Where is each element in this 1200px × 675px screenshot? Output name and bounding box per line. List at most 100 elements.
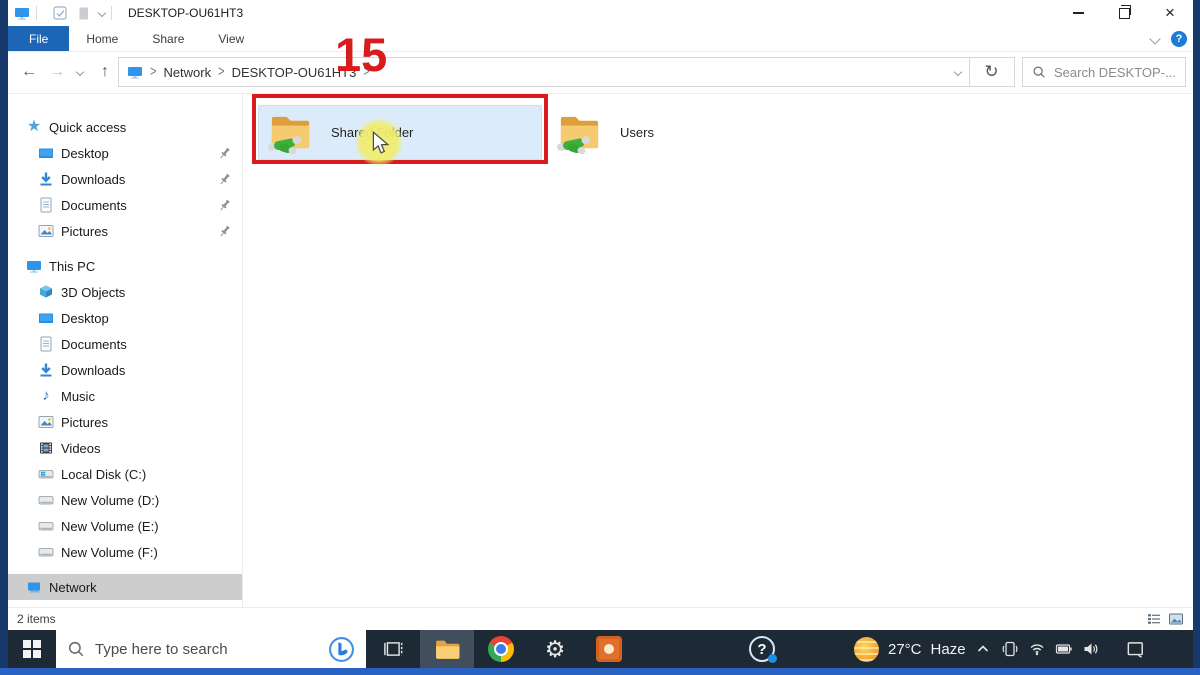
restore-button[interactable] <box>1101 0 1147 26</box>
sidebar-item-downloads[interactable]: Downloads <box>8 166 242 192</box>
expand-ribbon-chevron-icon[interactable] <box>1149 33 1160 44</box>
taskbar-weather-widget[interactable]: 27°C Haze <box>854 637 966 662</box>
start-button[interactable] <box>8 630 56 668</box>
taskbar-search-box[interactable]: Type here to search <box>56 630 366 668</box>
sidebar-label: Music <box>61 389 95 404</box>
action-center-icon <box>1125 639 1145 659</box>
file-explorer-icon <box>434 636 461 663</box>
download-arrow-icon <box>38 171 54 187</box>
sidebar-item-new-volume-d[interactable]: New Volume (D:) <box>8 487 242 513</box>
wifi-button[interactable] <box>1024 630 1051 668</box>
pictures-icon <box>38 414 54 430</box>
sidebar-item-desktop-pc[interactable]: Desktop <box>8 305 242 331</box>
shared-folder-icon <box>267 109 314 156</box>
sidebar-item-pictures-pc[interactable]: Pictures <box>8 409 242 435</box>
properties-icon[interactable] <box>53 6 68 21</box>
disk-icon <box>38 544 54 560</box>
address-row: ← → ↑ > Network > DESKTOP-OU61HT3 > ↻ Se… <box>8 52 1193 94</box>
sidebar-label: Documents <box>61 337 127 352</box>
sidebar-item-videos[interactable]: Videos <box>8 435 242 461</box>
weather-condition: Haze <box>931 641 966 658</box>
tab-file[interactable]: File <box>8 26 69 51</box>
sidebar-label: Videos <box>61 441 101 456</box>
content-area: ★ Quick access Desktop Downloads Documen… <box>8 94 1193 607</box>
window-controls: × <box>1055 0 1193 26</box>
search-icon <box>67 640 85 658</box>
minimize-button[interactable] <box>1055 0 1101 26</box>
volume-button[interactable] <box>1078 630 1105 668</box>
tab-share[interactable]: Share <box>135 26 201 51</box>
taskbar-recorder-button[interactable] <box>582 630 636 668</box>
up-button[interactable]: ↑ <box>92 52 118 92</box>
large-icons-view-icon[interactable] <box>1168 611 1184 627</box>
minimize-icon <box>1073 12 1084 14</box>
mouse-cursor <box>371 131 391 155</box>
restore-icon <box>1119 8 1130 19</box>
sidebar-item-quick-access[interactable]: ★ Quick access <box>8 114 242 140</box>
sidebar-item-network[interactable]: Network <box>8 574 242 600</box>
disk-icon <box>38 518 54 534</box>
wifi-icon <box>1028 640 1046 658</box>
taskbar-chrome-button[interactable] <box>474 630 528 668</box>
sidebar-label: Pictures <box>61 415 108 430</box>
hidden-icons-button[interactable] <box>970 630 997 668</box>
pin-icon[interactable] <box>217 198 232 213</box>
pin-icon[interactable] <box>217 172 232 187</box>
task-view-button[interactable] <box>366 630 420 668</box>
sidebar-item-new-volume-e[interactable]: New Volume (E:) <box>8 513 242 539</box>
tab-view[interactable]: View <box>201 26 261 51</box>
qat-customize-chevron-icon[interactable] <box>98 9 106 17</box>
pictures-icon <box>38 223 54 239</box>
action-center-button[interactable] <box>1115 630 1155 668</box>
taskbar-search-placeholder: Type here to search <box>95 641 228 658</box>
sidebar-item-music[interactable]: ♪ Music <box>8 383 242 409</box>
help-button[interactable]: ? <box>1171 31 1187 47</box>
task-view-icon <box>383 639 403 659</box>
titlebar: DESKTOP-OU61HT3 × <box>8 0 1193 26</box>
system-tray <box>970 630 1155 668</box>
sidebar-item-pictures[interactable]: Pictures <box>8 218 242 244</box>
item-count: 2 items <box>17 612 56 626</box>
sidebar-item-this-pc[interactable]: This PC <box>8 253 242 279</box>
document-icon <box>38 197 54 213</box>
file-item-users[interactable]: Users <box>548 105 788 160</box>
sidebar-label: Downloads <box>61 363 125 378</box>
sidebar-item-downloads-pc[interactable]: Downloads <box>8 357 242 383</box>
file-list-pane[interactable]: Shared Folder Users <box>243 94 1193 607</box>
address-bar[interactable]: > Network > DESKTOP-OU61HT3 > <box>118 57 970 87</box>
bing-chat-icon[interactable] <box>328 636 355 663</box>
recent-locations-chevron-icon[interactable] <box>71 52 89 92</box>
forward-button[interactable]: → <box>44 52 70 92</box>
new-folder-icon[interactable] <box>76 6 91 21</box>
desktop-icon <box>38 145 54 161</box>
file-item-label: Users <box>620 125 654 140</box>
address-dropdown-chevron-icon[interactable] <box>954 68 962 76</box>
tab-home[interactable]: Home <box>69 26 135 51</box>
phone-link-button[interactable] <box>997 630 1024 668</box>
close-button[interactable]: × <box>1147 0 1193 26</box>
taskbar-settings-button[interactable]: ⚙ <box>528 630 582 668</box>
battery-button[interactable] <box>1051 630 1078 668</box>
sidebar-item-documents-pc[interactable]: Documents <box>8 331 242 357</box>
back-button[interactable]: ← <box>16 52 42 92</box>
sidebar-item-local-disk-c[interactable]: Local Disk (C:) <box>8 461 242 487</box>
divider <box>36 6 37 20</box>
cube-icon <box>38 284 54 300</box>
pin-icon[interactable] <box>217 146 232 161</box>
details-view-icon[interactable] <box>1146 611 1162 627</box>
breadcrumb-network[interactable]: Network <box>163 65 211 80</box>
haze-sun-icon <box>854 637 879 662</box>
sidebar-item-documents[interactable]: Documents <box>8 192 242 218</box>
taskbar-get-help-button[interactable]: ? <box>749 636 775 662</box>
sidebar-item-desktop[interactable]: Desktop <box>8 140 242 166</box>
sidebar-label: Network <box>49 580 97 595</box>
sidebar-item-3d-objects[interactable]: 3D Objects <box>8 279 242 305</box>
taskbar-file-explorer-button[interactable] <box>420 630 474 668</box>
pin-icon[interactable] <box>217 224 232 239</box>
sidebar-label: Desktop <box>61 146 109 161</box>
sidebar-item-new-volume-f[interactable]: New Volume (F:) <box>8 539 242 565</box>
shared-folder-icon <box>556 109 603 156</box>
status-bar: 2 items <box>8 607 1193 630</box>
refresh-button[interactable]: ↻ <box>969 57 1015 87</box>
search-box[interactable]: Search DESKTOP-... <box>1022 57 1186 87</box>
